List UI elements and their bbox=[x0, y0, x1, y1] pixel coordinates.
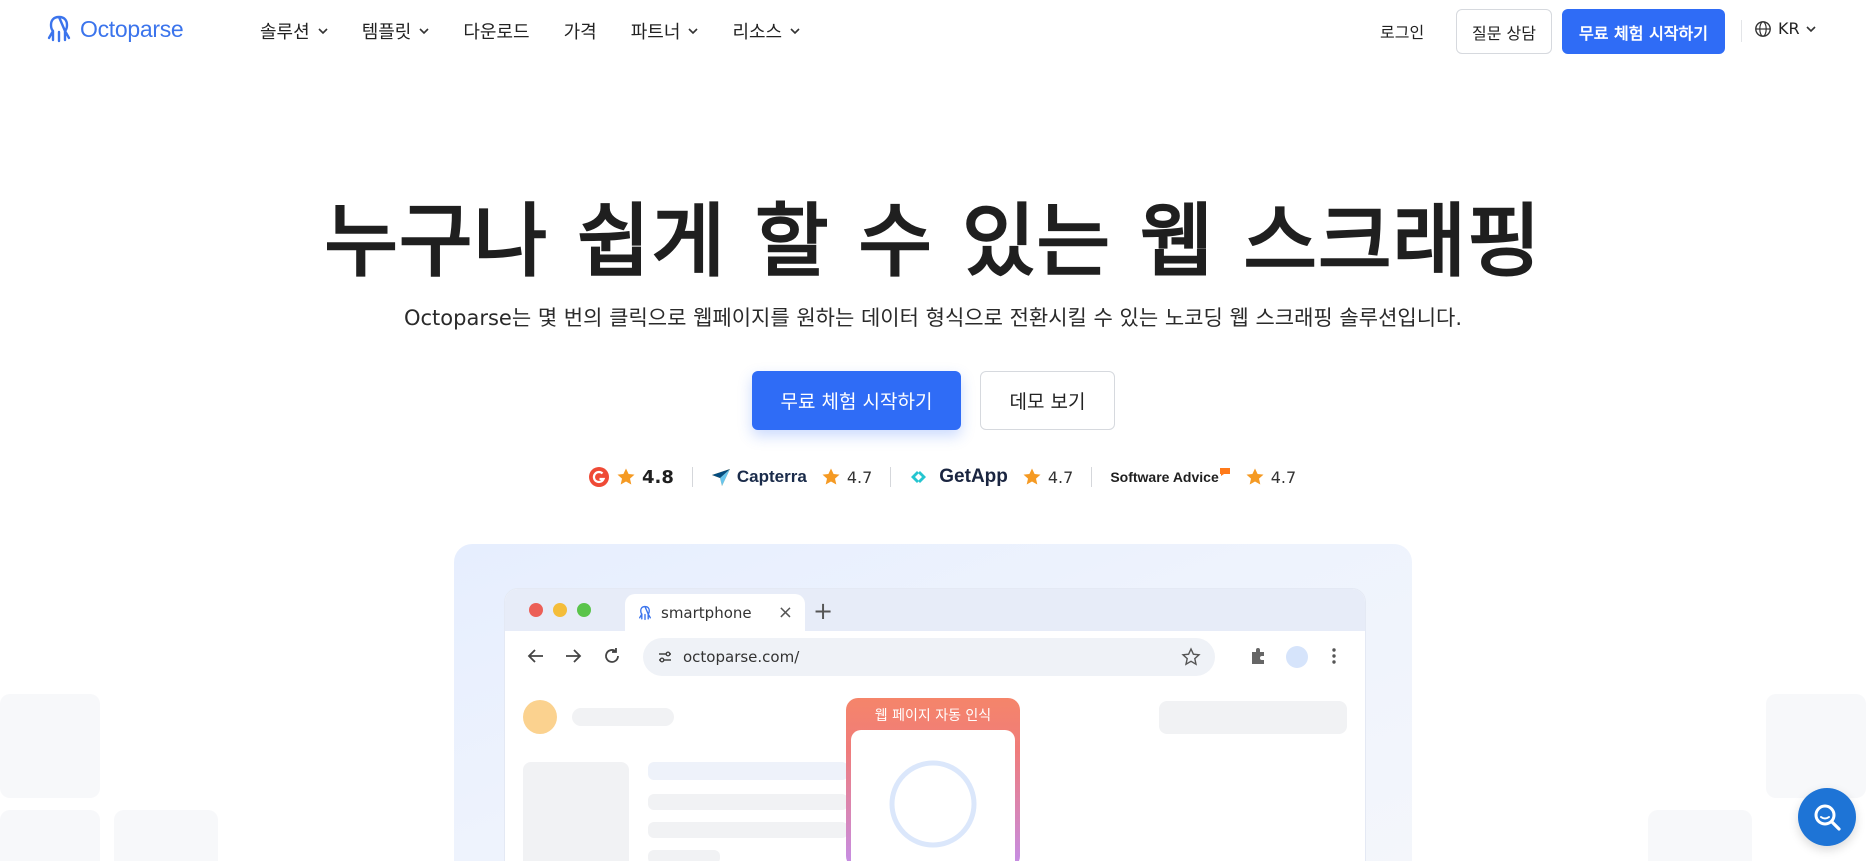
rating-divider bbox=[1091, 467, 1093, 487]
address-url: octoparse.com/ bbox=[683, 648, 800, 666]
close-dot-icon bbox=[529, 603, 543, 617]
ratings-bar: 4.8 Capterra 4.7 GetApp 4.7 Software Adv… bbox=[588, 462, 1296, 492]
g2-logo-icon bbox=[589, 467, 609, 487]
logo-text: Octoparse bbox=[80, 15, 184, 42]
nav-item-pricing[interactable]: 가격 bbox=[564, 18, 597, 44]
speech-bubble-icon bbox=[1219, 468, 1230, 476]
login-link[interactable]: 로그인 bbox=[1380, 19, 1424, 43]
rating-score: 4.7 bbox=[846, 467, 873, 487]
chevron-down-icon bbox=[419, 28, 429, 35]
globe-icon bbox=[1755, 20, 1771, 37]
nav-item-resources[interactable]: 리소스 bbox=[732, 18, 800, 44]
header-trial-button[interactable]: 무료 체험 시작하기 bbox=[1562, 9, 1725, 54]
rating-score: 4.7 bbox=[1270, 467, 1297, 487]
nav-item-solutions[interactable]: 솔루션 bbox=[260, 18, 328, 44]
skeleton-bar bbox=[648, 762, 848, 780]
site-settings-icon bbox=[659, 651, 671, 663]
nav-item-download[interactable]: 다운로드 bbox=[463, 18, 529, 44]
address-bar: octoparse.com/ bbox=[643, 638, 1215, 676]
nav-label: 가격 bbox=[563, 22, 597, 43]
plus-icon: + bbox=[813, 597, 834, 625]
search-chat-icon bbox=[1814, 804, 1841, 831]
view-demo-button[interactable]: 데모 보기 bbox=[980, 371, 1115, 430]
auto-detect-card: 웹 페이지 자동 인식 bbox=[846, 698, 1020, 861]
chevron-down-icon bbox=[688, 28, 699, 35]
chevron-down-icon bbox=[1806, 25, 1816, 32]
decorative-tile bbox=[0, 694, 100, 798]
star-icon bbox=[1023, 468, 1041, 485]
rating-getapp: GetApp 4.7 bbox=[909, 466, 1073, 488]
decorative-tile bbox=[114, 810, 218, 861]
skeleton-image bbox=[523, 762, 629, 861]
decorative-tile bbox=[1648, 810, 1752, 861]
profile-avatar bbox=[1286, 646, 1308, 668]
rating-score: 4.7 bbox=[1047, 467, 1074, 487]
nav-label: 파트너 bbox=[630, 22, 681, 43]
rating-divider bbox=[890, 467, 892, 487]
skeleton-bar bbox=[648, 794, 848, 810]
capterra-logo-icon bbox=[711, 469, 730, 486]
auto-detect-label: 웹 페이지 자동 인식 bbox=[874, 708, 992, 724]
main-nav: 솔루션 템플릿 다운로드 가격 파트너 리소스 bbox=[260, 0, 834, 62]
minimize-dot-icon bbox=[553, 603, 567, 617]
browser-tab: smartphone × bbox=[625, 594, 805, 631]
rating-software-advice: Software Advice 4.7 bbox=[1110, 467, 1296, 487]
language-selector[interactable]: KR bbox=[1754, 19, 1816, 38]
more-menu-icon bbox=[1332, 648, 1336, 664]
chevron-down-icon bbox=[318, 28, 328, 35]
star-icon bbox=[1246, 468, 1264, 485]
decorative-tile bbox=[0, 810, 100, 861]
octopus-icon bbox=[638, 605, 652, 620]
nav-label: 리소스 bbox=[732, 22, 783, 43]
nav-label: 솔루션 bbox=[260, 22, 310, 43]
star-icon bbox=[822, 468, 840, 485]
getapp-logo-icon bbox=[911, 471, 927, 483]
hero-title: 누구나 쉽게 할 수 있는 웹 스크래핑 bbox=[324, 195, 1542, 288]
maximize-dot-icon bbox=[577, 603, 591, 617]
bookmark-star-icon bbox=[1181, 647, 1201, 666]
nav-label: 다운로드 bbox=[463, 22, 530, 43]
skeleton-bar bbox=[648, 822, 848, 838]
tab-title: smartphone bbox=[661, 603, 752, 622]
octoparse-logo[interactable]: Octoparse bbox=[44, 14, 184, 44]
rating-brand: GetApp bbox=[939, 466, 1008, 487]
avatar-placeholder bbox=[523, 700, 557, 734]
rating-brand: Capterra bbox=[736, 467, 807, 486]
auto-detect-panel bbox=[851, 730, 1015, 861]
top-navigation: Octoparse 솔루션 템플릿 다운로드 가격 파트너 리소스 로그인 질문… bbox=[0, 0, 1866, 62]
browser-address-row: octoparse.com/ bbox=[505, 631, 1365, 681]
octopus-icon bbox=[47, 15, 71, 43]
skeleton-bar bbox=[648, 850, 720, 861]
skeleton-bar bbox=[572, 708, 674, 726]
consult-button[interactable]: 질문 상담 bbox=[1456, 9, 1552, 54]
rating-brand: Software Advice bbox=[1110, 469, 1219, 485]
header-divider bbox=[1741, 20, 1742, 42]
forward-arrow-icon bbox=[566, 649, 582, 663]
rating-capterra: Capterra 4.7 bbox=[711, 467, 872, 487]
star-icon bbox=[617, 468, 635, 485]
rating-score: 4.8 bbox=[642, 466, 674, 488]
reload-icon bbox=[605, 648, 619, 663]
chevron-down-icon bbox=[790, 28, 800, 35]
rating-g2: 4.8 bbox=[588, 466, 674, 488]
language-code: KR bbox=[1778, 19, 1800, 38]
extensions-icon bbox=[1252, 648, 1264, 664]
support-chat-button[interactable] bbox=[1798, 788, 1856, 846]
back-arrow-icon bbox=[527, 649, 543, 663]
start-free-trial-button[interactable]: 무료 체험 시작하기 bbox=[752, 371, 961, 430]
hero-subtitle: Octoparse는 몇 번의 클릭으로 웹페이지를 원하는 데이터 형식으로 … bbox=[403, 306, 1463, 330]
rating-divider bbox=[691, 467, 693, 487]
nav-item-partners[interactable]: 파트너 bbox=[631, 18, 699, 44]
loading-ring-icon bbox=[889, 760, 977, 848]
nav-item-templates[interactable]: 템플릿 bbox=[362, 18, 430, 44]
skeleton-bar bbox=[1159, 701, 1347, 734]
browser-tab-bar: smartphone × + bbox=[505, 589, 1365, 631]
decorative-tile bbox=[1766, 694, 1866, 798]
nav-label: 템플릿 bbox=[361, 22, 412, 43]
close-icon: × bbox=[777, 602, 793, 623]
